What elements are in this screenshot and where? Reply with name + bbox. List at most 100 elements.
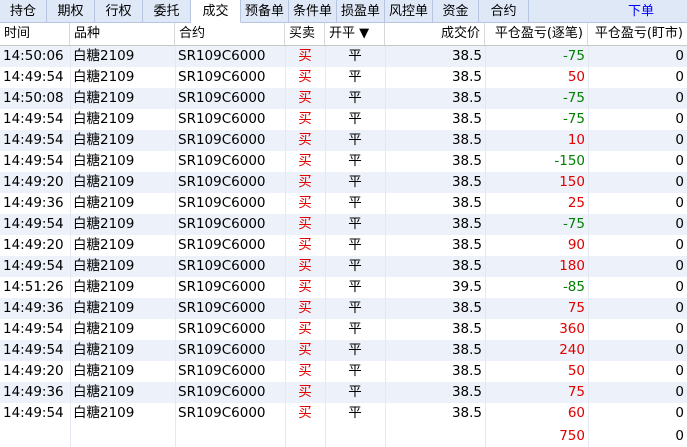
cell-side: 买 [298,111,312,127]
cell-price: 38.5 [451,216,482,232]
cell-price: 38.5 [451,258,482,274]
table-header: 时间 品种 合约 买卖 开平 ▼ 成交价 平仓盈亏(逐笔) 平仓盈亏(盯市) [0,23,687,46]
table-row[interactable]: 14:49:20 白糖2109 SR109C6000 买 平 38.5 150 0 [0,172,687,193]
cell-pnl-trade: 75 [567,384,585,400]
cell-offset: 平 [348,405,362,421]
table-row[interactable]: 14:49:54 白糖2109 SR109C6000 买 平 38.5 180 0 [0,256,687,277]
cell-time: 14:49:54 [3,258,64,274]
table-row[interactable]: 14:49:20 白糖2109 SR109C6000 买 平 38.5 50 0 [0,361,687,382]
cell-pnl-trade: 50 [567,363,585,379]
cell-side: 买 [298,195,312,211]
cell-variety: 白糖2109 [73,90,135,106]
table-row[interactable]: 14:49:54 白糖2109 SR109C6000 买 平 38.5 60 0 [0,403,687,424]
col-pnl-day[interactable]: 平仓盈亏(盯市) [588,23,687,45]
cell-side: 买 [298,174,312,190]
col-variety[interactable]: 品种 [70,23,175,45]
cell-time: 14:49:20 [3,174,64,190]
cell-contract: SR109C6000 [178,342,266,358]
tab-exercise[interactable]: 行权 [95,0,143,23]
cell-time: 14:49:54 [3,69,64,85]
cell-offset: 平 [348,111,362,127]
table-row[interactable]: 14:49:54 白糖2109 SR109C6000 买 平 38.5 50 0 [0,67,687,88]
cell-price: 39.5 [451,279,482,295]
cell-variety: 白糖2109 [73,258,135,274]
column-divider [325,46,326,447]
table-row[interactable]: 14:49:54 白糖2109 SR109C6000 买 平 38.5 10 0 [0,130,687,151]
cell-pnl-day: 0 [675,321,684,337]
tab-funds[interactable]: 资金 [433,0,479,23]
cell-time: 14:49:36 [3,300,64,316]
cell-pnl-trade: 180 [559,258,585,274]
tab-prepared-orders[interactable]: 预备单 [241,0,289,23]
table-row[interactable]: 14:50:06 白糖2109 SR109C6000 买 平 38.5 -75 0 [0,46,687,67]
cell-offset: 平 [348,132,362,148]
table-row[interactable]: 14:49:20 白糖2109 SR109C6000 买 平 38.5 90 0 [0,235,687,256]
cell-side: 买 [298,363,312,379]
column-divider [175,46,176,447]
table-row[interactable]: 14:50:08 白糖2109 SR109C6000 买 平 38.5 -75 0 [0,88,687,109]
cell-offset: 平 [348,321,362,337]
table-row[interactable]: 14:49:54 白糖2109 SR109C6000 买 平 38.5 360 0 [0,319,687,340]
cell-offset: 平 [348,69,362,85]
cell-variety: 白糖2109 [73,216,135,232]
cell-contract: SR109C6000 [178,132,266,148]
place-order-link[interactable]: 下单 [628,0,654,23]
cell-price: 38.5 [451,237,482,253]
cell-variety: 白糖2109 [73,153,135,169]
cell-contract: SR109C6000 [178,384,266,400]
cell-pnl-day: 0 [675,258,684,274]
col-pnl-trade[interactable]: 平仓盈亏(逐笔) [485,23,588,45]
tab-trades[interactable]: 成交 [191,0,241,23]
table-row[interactable]: 14:49:54 白糖2109 SR109C6000 买 平 38.5 240 0 [0,340,687,361]
tab-stop-orders[interactable]: 损盈单 [337,0,385,23]
total-pnl-day: 0 [675,428,684,444]
cell-variety: 白糖2109 [73,111,135,127]
cell-price: 38.5 [451,153,482,169]
cell-offset: 平 [348,342,362,358]
table-row[interactable]: 14:49:36 白糖2109 SR109C6000 买 平 38.5 25 0 [0,193,687,214]
cell-price: 38.5 [451,111,482,127]
cell-pnl-trade: 50 [567,69,585,85]
tab-contracts[interactable]: 合约 [479,0,529,23]
cell-pnl-day: 0 [675,279,684,295]
tab-positions[interactable]: 持仓 [0,0,47,23]
table-row[interactable]: 14:49:54 白糖2109 SR109C6000 买 平 38.5 -150 0 [0,151,687,172]
cell-side: 买 [298,216,312,232]
cell-price: 38.5 [451,384,482,400]
col-contract[interactable]: 合约 [175,23,285,45]
cell-side: 买 [298,90,312,106]
cell-variety: 白糖2109 [73,300,135,316]
column-divider [70,46,71,447]
cell-contract: SR109C6000 [178,405,266,421]
cell-contract: SR109C6000 [178,195,266,211]
col-side[interactable]: 买卖 [285,23,325,45]
cell-contract: SR109C6000 [178,363,266,379]
tab-risk-orders[interactable]: 风控单 [385,0,433,23]
cell-pnl-trade: -75 [562,90,585,106]
table-row[interactable]: 14:49:36 白糖2109 SR109C6000 买 平 38.5 75 0 [0,298,687,319]
col-offset[interactable]: 开平 ▼ [325,23,385,45]
cell-offset: 平 [348,300,362,316]
cell-offset: 平 [348,195,362,211]
cell-side: 买 [298,258,312,274]
tab-conditional-orders[interactable]: 条件单 [289,0,337,23]
table-row[interactable]: 14:51:26 白糖2109 SR109C6000 买 平 39.5 -85 0 [0,277,687,298]
cell-offset: 平 [348,237,362,253]
cell-side: 买 [298,69,312,85]
tab-orders[interactable]: 委托 [143,0,191,23]
cell-contract: SR109C6000 [178,111,266,127]
cell-contract: SR109C6000 [178,321,266,337]
table-row[interactable]: 14:49:36 白糖2109 SR109C6000 买 平 38.5 75 0 [0,382,687,403]
cell-time: 14:49:54 [3,342,64,358]
table-row[interactable]: 14:49:54 白糖2109 SR109C6000 买 平 38.5 -75 0 [0,214,687,235]
col-time[interactable]: 时间 [0,23,70,45]
col-price[interactable]: 成交价 [385,23,485,45]
cell-variety: 白糖2109 [73,132,135,148]
table-row[interactable]: 14:49:54 白糖2109 SR109C6000 买 平 38.5 -75 0 [0,109,687,130]
cell-variety: 白糖2109 [73,384,135,400]
cell-contract: SR109C6000 [178,153,266,169]
cell-offset: 平 [348,258,362,274]
tab-options[interactable]: 期权 [47,0,95,23]
cell-pnl-day: 0 [675,342,684,358]
cell-time: 14:50:06 [3,48,64,64]
